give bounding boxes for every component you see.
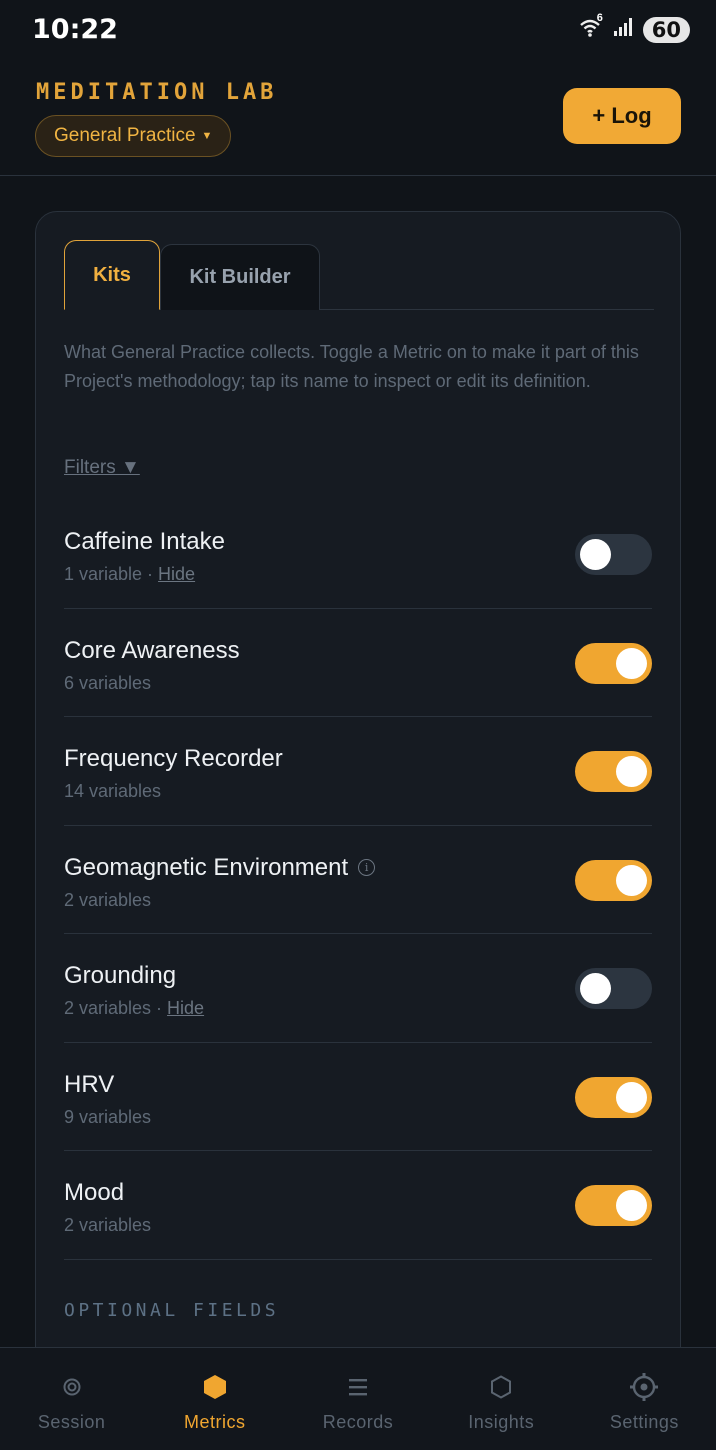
toggle-knob <box>616 1190 647 1221</box>
metric-variable-count: 2 variables · Hide <box>64 998 205 1018</box>
metric-toggle[interactable] <box>575 642 652 684</box>
nav-label: Insights <box>468 1412 535 1432</box>
metric-name[interactable]: Core Awareness <box>64 637 240 665</box>
toggle-knob <box>616 1081 647 1113</box>
bottom-nav: Session Metrics Records Insights Setting… <box>0 1347 716 1450</box>
metric-name[interactable]: Frequency Recorder <box>64 745 283 773</box>
settings-icon <box>629 1372 659 1402</box>
metric-toggle[interactable] <box>575 1185 652 1226</box>
toggle-knob <box>616 864 647 896</box>
nav-label: Settings <box>609 1412 679 1432</box>
metric-row-mood: Mood 2 variables <box>64 1151 652 1260</box>
metric-row-hrv: HRV 9 variables <box>64 1043 652 1151</box>
metric-variable-count: 9 variables <box>64 1106 152 1127</box>
info-icon[interactable]: i <box>358 859 376 876</box>
metric-variable-count: 2 variables <box>64 889 152 910</box>
insights-icon <box>486 1372 516 1402</box>
metric-row-core-awareness: Core Awareness 6 variables <box>64 609 652 717</box>
metric-row-caffeine-intake: Caffeine Intake 1 variable · Hide <box>64 500 652 609</box>
nav-label: Metrics <box>184 1412 246 1432</box>
nav-label: Session <box>37 1412 106 1432</box>
nav-session[interactable]: Session <box>0 1348 143 1450</box>
wifi-badge: 6 <box>596 12 603 24</box>
tab-bar: Kits Kit Builder <box>64 240 654 310</box>
nav-insights[interactable]: Insights <box>430 1348 573 1450</box>
metric-variable-count: 6 variables <box>64 672 152 693</box>
project-selector-label: General Practice <box>54 125 196 146</box>
metric-toggle[interactable] <box>575 534 652 575</box>
hide-link[interactable]: Hide <box>158 564 195 584</box>
nav-metrics[interactable]: Metrics <box>143 1348 286 1450</box>
caret-down-icon: ▼ <box>201 130 213 142</box>
toggle-knob <box>616 756 647 787</box>
metric-list: Caffeine Intake 1 variable · Hide Core A… <box>64 500 652 1260</box>
log-button[interactable]: + Log <box>563 88 681 144</box>
metric-name[interactable]: Mood <box>64 1179 124 1207</box>
app-header: MEDITATION LAB General Practice ▼ + Log <box>0 62 716 176</box>
hide-link[interactable]: Hide <box>167 998 204 1018</box>
kits-card: Kits Kit Builder What General Practice c… <box>35 211 681 1411</box>
metric-name[interactable]: HRV <box>64 1071 114 1099</box>
metric-row-grounding: Grounding 2 variables · Hide <box>64 934 652 1043</box>
metric-variable-count: 14 variables <box>64 781 162 801</box>
status-time: 10:22 <box>32 14 118 45</box>
metric-toggle[interactable] <box>575 1076 652 1118</box>
metric-variable-count: 1 variable · Hide <box>64 564 196 584</box>
metric-variable-count: 2 variables <box>64 1215 152 1235</box>
records-icon <box>343 1372 373 1402</box>
app-brand: MEDITATION LAB <box>36 80 278 105</box>
metric-toggle[interactable] <box>575 859 652 901</box>
metric-row-frequency-recorder: Frequency Recorder 14 variables <box>64 717 652 826</box>
signal-icon <box>613 17 635 42</box>
status-bar: 10:22 6 60 <box>0 0 716 62</box>
toggle-knob <box>580 973 611 1004</box>
metric-name[interactable]: Grounding <box>64 962 176 990</box>
tab-kit-builder[interactable]: Kit Builder <box>160 244 320 310</box>
nav-label: Records <box>322 1412 394 1432</box>
session-icon <box>57 1372 87 1402</box>
metric-toggle[interactable] <box>575 968 652 1009</box>
toggle-knob <box>580 539 611 570</box>
battery-indicator: 60 <box>642 16 690 43</box>
tab-kits[interactable]: Kits <box>64 240 160 310</box>
metric-row-geomagnetic-environment: Geomagnetic Environment i 2 variables <box>64 826 652 934</box>
optional-fields-heading: OPTIONAL FIELDS <box>64 1300 280 1321</box>
metrics-icon <box>200 1372 230 1402</box>
filters-toggle[interactable]: Filters ▼ <box>64 457 140 479</box>
metric-toggle[interactable] <box>575 751 652 792</box>
status-icons: 6 60 <box>579 12 690 43</box>
project-selector[interactable]: General Practice ▼ <box>35 115 232 157</box>
metric-name[interactable]: Geomagnetic Environment i <box>64 854 376 882</box>
nav-settings[interactable]: Settings <box>573 1348 716 1450</box>
toggle-knob <box>616 647 647 679</box>
metric-name[interactable]: Caffeine Intake <box>64 528 225 556</box>
nav-records[interactable]: Records <box>286 1348 429 1450</box>
kits-description: What General Practice collects. Toggle a… <box>64 342 639 391</box>
